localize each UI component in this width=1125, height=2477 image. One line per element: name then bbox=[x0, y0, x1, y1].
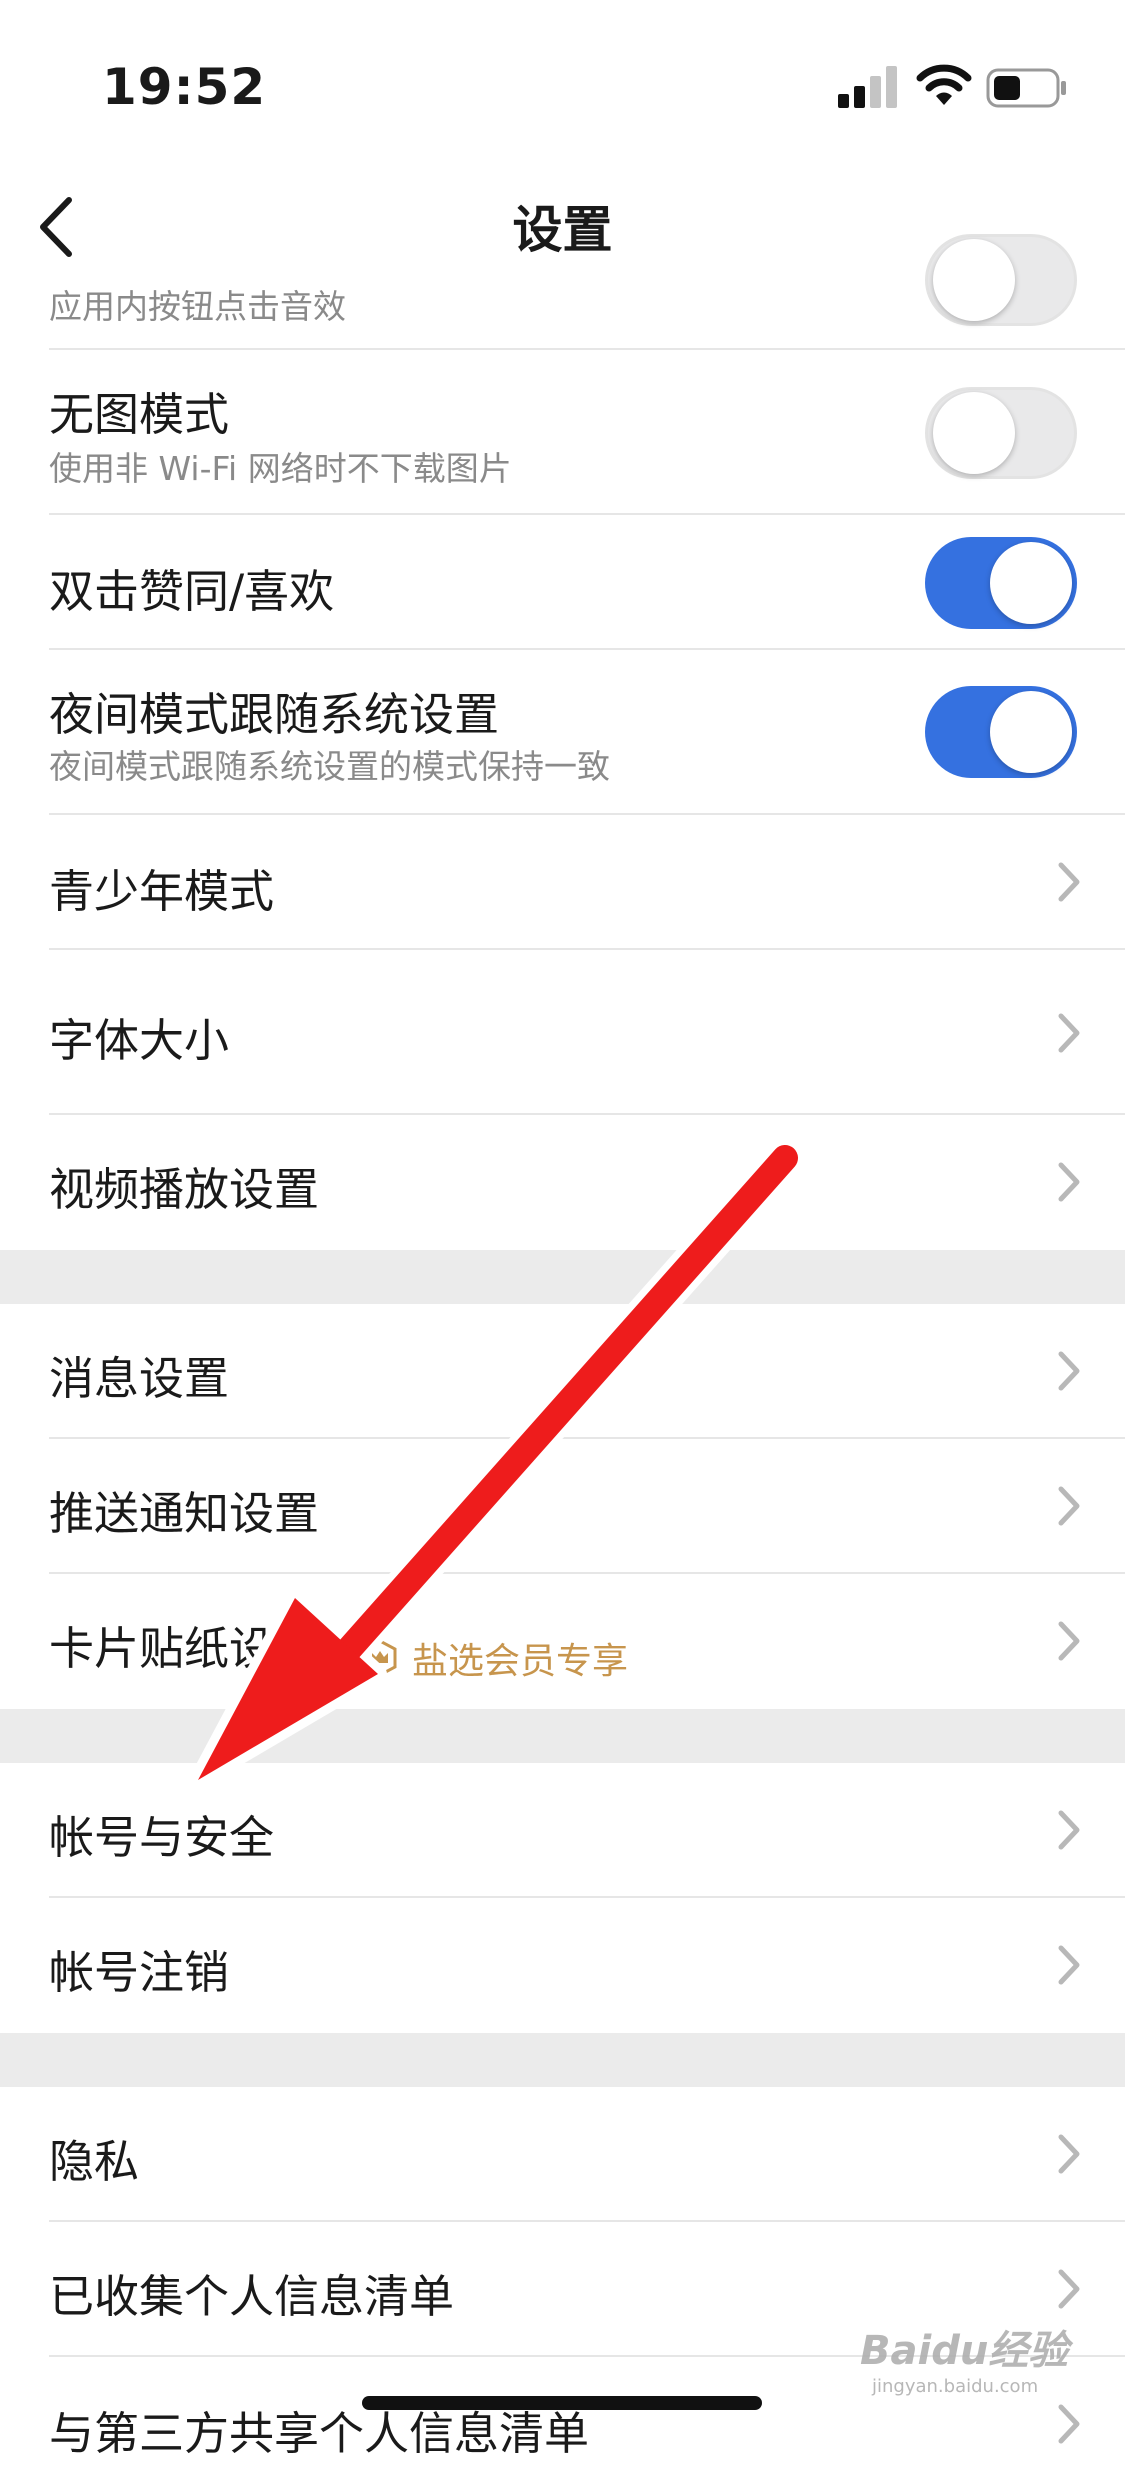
cellular-signal-icon bbox=[838, 66, 897, 108]
setting-row-message-settings[interactable]: 消息设置 bbox=[0, 1304, 1125, 1439]
status-bar: 19:52 bbox=[0, 0, 1125, 170]
chevron-right-icon bbox=[1058, 862, 1080, 902]
teen-mode-title: 青少年模式 bbox=[49, 865, 275, 918]
privacy-title: 隐私 bbox=[49, 2135, 140, 2188]
double-tap-like-title: 双击赞同/喜欢 bbox=[49, 565, 335, 618]
setting-row-account-cancel[interactable]: 帐号注销 bbox=[0, 1898, 1125, 2033]
setting-row-no-image-mode: 无图模式 使用非 Wi-Fi 网络时不下载图片 bbox=[0, 350, 1125, 515]
wifi-icon bbox=[916, 64, 972, 105]
message-settings-title: 消息设置 bbox=[49, 1352, 230, 1405]
vip-badge: 盐选会员专享 bbox=[362, 1632, 628, 1684]
night-mode-follow-title: 夜间模式跟随系统设置 bbox=[49, 688, 500, 741]
setting-row-night-mode-follow: 夜间模式跟随系统设置 夜间模式跟随系统设置的模式保持一致 bbox=[0, 650, 1125, 815]
button-sound-toggle[interactable] bbox=[925, 234, 1077, 326]
chevron-right-icon bbox=[1058, 1810, 1080, 1850]
chevron-right-icon bbox=[1058, 1945, 1080, 1985]
no-image-mode-toggle[interactable] bbox=[925, 387, 1077, 479]
chevron-right-icon bbox=[1058, 1486, 1080, 1526]
settings-list: 应用内按钮点击音效 无图模式 使用非 Wi-Fi 网络时不下载图片 双击赞同/喜… bbox=[0, 234, 1125, 2477]
night-mode-follow-subtitle: 夜间模式跟随系统设置的模式保持一致 bbox=[49, 747, 610, 786]
font-size-title: 字体大小 bbox=[49, 1014, 230, 1067]
section-gap bbox=[0, 1250, 1125, 1304]
account-security-title: 帐号与安全 bbox=[49, 1811, 275, 1864]
button-sound-subtitle: 应用内按钮点击音效 bbox=[49, 287, 346, 326]
night-mode-follow-toggle[interactable] bbox=[925, 686, 1077, 778]
chevron-right-icon bbox=[1058, 1621, 1080, 1661]
setting-row-video-playback[interactable]: 视频播放设置 bbox=[0, 1115, 1125, 1250]
setting-row-button-sound: 应用内按钮点击音效 bbox=[0, 234, 1125, 350]
account-cancel-title: 帐号注销 bbox=[49, 1946, 230, 1999]
home-indicator[interactable] bbox=[362, 2396, 762, 2410]
chevron-right-icon bbox=[1058, 2269, 1080, 2309]
baidu-watermark-url: jingyan.baidu.com bbox=[872, 2376, 1039, 2397]
setting-row-teen-mode[interactable]: 青少年模式 bbox=[0, 815, 1125, 950]
no-image-mode-title: 无图模式 bbox=[49, 388, 230, 441]
chevron-right-icon bbox=[1058, 1351, 1080, 1391]
section-gap bbox=[0, 2033, 1125, 2087]
card-sticker-title: 卡片贴纸设置 bbox=[49, 1622, 320, 1675]
crown-shield-icon bbox=[363, 1639, 397, 1677]
battery-icon bbox=[986, 68, 1066, 108]
setting-row-push-notifications[interactable]: 推送通知设置 bbox=[0, 1439, 1125, 1574]
setting-row-double-tap-like: 双击赞同/喜欢 bbox=[0, 515, 1125, 650]
vip-badge-label: 盐选会员专享 bbox=[412, 1641, 629, 1682]
baidu-watermark: Baidu经验 bbox=[860, 2328, 1069, 2374]
setting-row-privacy[interactable]: 隐私 bbox=[0, 2087, 1125, 2222]
video-playback-title: 视频播放设置 bbox=[49, 1163, 320, 1216]
setting-row-font-size[interactable]: 字体大小 bbox=[0, 950, 1125, 1115]
status-time: 19:52 bbox=[102, 58, 267, 116]
double-tap-like-toggle[interactable] bbox=[925, 537, 1077, 629]
collected-info-title: 已收集个人信息清单 bbox=[49, 2270, 455, 2323]
chevron-right-icon bbox=[1058, 1013, 1080, 1053]
section-gap bbox=[0, 1709, 1125, 1763]
setting-row-card-sticker[interactable]: 卡片贴纸设置 盐选会员专享 bbox=[0, 1574, 1125, 1709]
no-image-mode-subtitle: 使用非 Wi-Fi 网络时不下载图片 bbox=[49, 449, 512, 488]
chevron-right-icon bbox=[1058, 2134, 1080, 2174]
chevron-right-icon bbox=[1058, 1162, 1080, 1202]
chevron-right-icon bbox=[1058, 2404, 1080, 2444]
setting-row-account-security[interactable]: 帐号与安全 bbox=[0, 1763, 1125, 1898]
push-notifications-title: 推送通知设置 bbox=[49, 1487, 320, 1540]
